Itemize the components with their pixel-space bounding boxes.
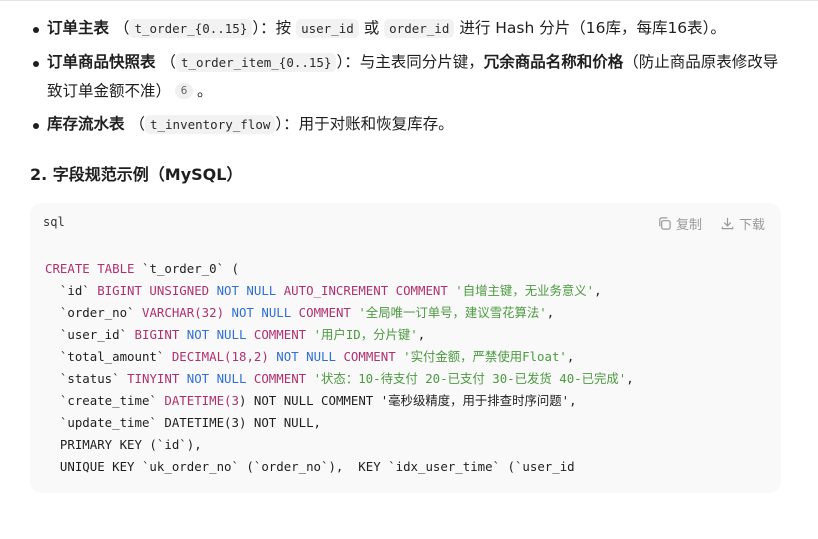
- citation-badge[interactable]: 6: [175, 83, 194, 99]
- inline-code: t_order_{0..15}: [129, 19, 253, 38]
- inline-code: t_inventory_flow: [144, 115, 276, 134]
- item-text: 或: [363, 19, 380, 37]
- code-actions: 复制 下载: [657, 214, 765, 233]
- section-heading: 2. 字段规范示例（MySQL）: [30, 165, 243, 184]
- paren-close: ）：: [252, 19, 276, 37]
- item-text: 。: [197, 82, 213, 100]
- download-button[interactable]: 下载: [720, 214, 765, 233]
- item-text: 按: [275, 19, 292, 37]
- download-icon: [721, 217, 734, 230]
- copy-button[interactable]: 复制: [657, 214, 702, 233]
- item-text: 进行 Hash 分片（16库，每库16表）。: [459, 19, 726, 37]
- copy-icon: [659, 217, 671, 230]
- list-item: 订单商品快照表 （t_order_item_{0..15} ）：与主表同分片键，冗…: [30, 48, 790, 106]
- item-title: 订单主表: [47, 19, 110, 37]
- item-title: 订单商品快照表: [47, 53, 156, 71]
- copy-label: 复制: [675, 218, 702, 233]
- top-divider: [0, 0, 818, 1]
- item-text: 用于对账和恢复库存。: [298, 115, 454, 133]
- code-language-label: sql: [43, 215, 65, 229]
- inline-code: user_id: [296, 19, 359, 38]
- download-label: 下载: [738, 218, 765, 233]
- paren-open: （: [129, 115, 145, 133]
- item-text: 与主表同分片键，: [359, 53, 484, 71]
- item-title: 库存流水表: [47, 115, 125, 133]
- list-item: 订单主表 （t_order_{0..15} ）：按 user_id 或 order…: [30, 14, 790, 43]
- paren-open: （: [160, 53, 176, 71]
- paren-close: ）：: [336, 53, 360, 71]
- inline-code: order_id: [384, 19, 455, 38]
- bullet-list: 订单主表 （t_order_{0..15} ）：按 user_id 或 order…: [30, 14, 790, 139]
- code-block: sql 复制 下载 CREATE TABLE `t_order_0` ( `id…: [30, 203, 781, 493]
- paren-close: ）：: [275, 115, 299, 133]
- code-content: CREATE TABLE `t_order_0` ( `id` BIGINT U…: [45, 261, 634, 474]
- inline-code: t_order_item_{0..15}: [175, 53, 337, 72]
- paren-open: （: [113, 19, 130, 37]
- list-item: 库存流水表 （t_inventory_flow ）：用于对账和恢复库存。: [30, 110, 790, 139]
- item-emphasis: 冗余商品名称和价格: [483, 53, 624, 71]
